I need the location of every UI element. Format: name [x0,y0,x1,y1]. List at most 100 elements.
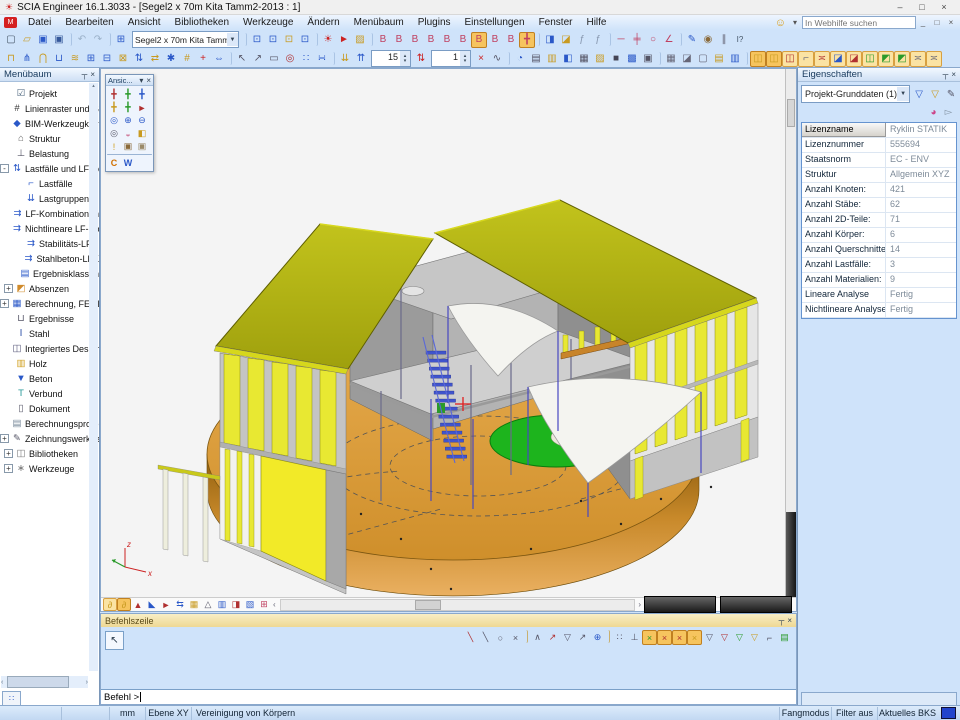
command-input[interactable]: Befehl > [101,689,796,704]
tree-item[interactable]: ⌐ Lastfälle [0,176,99,191]
toolbar-icon[interactable]: × [473,51,489,67]
toolbar-icon[interactable]: ≋ [67,51,83,67]
snap-icon[interactable]: × [672,630,687,645]
toolbar-icon[interactable]: ◫ [766,51,782,67]
toolbar-icon[interactable]: ⇔ [211,51,227,67]
scrollbar-thumb[interactable] [415,600,441,610]
toolbar-icon[interactable]: ⋔ [19,51,35,67]
close-button[interactable]: × [933,2,955,12]
toolbar-icon[interactable]: B [407,32,423,48]
toolbar-icon[interactable]: ◫ [862,51,878,67]
pin-icon[interactable]: ┬ [779,616,785,625]
toolbar-icon[interactable]: ⊞ [83,51,99,67]
property-row[interactable]: Struktur Allgemein XYZ [802,168,956,183]
palette-icon[interactable]: ◎ [107,127,121,140]
tree-item[interactable]: + ▦ Berechnung, FE-Netz [0,296,99,311]
toolbar-icon[interactable]: B [439,32,455,48]
toolbar-icon[interactable]: ▣ [35,32,51,48]
chevron-down-icon[interactable]: ▾ [139,76,143,85]
toolbar-icon[interactable] [743,52,748,65]
toolbar-icon[interactable]: ↷ [90,32,106,48]
toolbar-icon[interactable] [368,33,373,46]
view-tool-icon[interactable]: ∂ [117,598,131,611]
tree-item[interactable]: ⊔ Ergebnisse [0,311,99,326]
tree-item[interactable]: + ✎ Zeichnungswerkzeuge [0,431,99,446]
mdi-close-button[interactable]: × [944,18,958,27]
project-combo[interactable]: Segel2 x 70m Kita Tamm ▼ [132,31,239,48]
toolbar-icon[interactable]: ✱ [163,51,179,67]
toolbar-icon[interactable]: ⊡ [297,32,313,48]
toolbar-icon[interactable]: ▢ [695,51,711,67]
palette-icon[interactable]: ! [107,140,121,153]
status-cell[interactable]: Filter aus [831,707,877,720]
toolbar-icon[interactable]: ⇄ [147,51,163,67]
scroll-left-icon[interactable]: ‹ [273,600,276,609]
palette-icon[interactable]: ▣ [135,140,149,153]
toolbar-icon[interactable] [656,52,661,65]
toolbar-icon[interactable]: ∿ [489,51,505,67]
close-icon[interactable]: × [90,70,95,79]
palette-icon[interactable]: ╋ [121,101,135,114]
snap-icon[interactable]: ↗ [545,630,560,645]
tree-item[interactable]: ▥ Holz [0,356,99,371]
tree-item[interactable]: ⌂ Struktur [0,131,99,146]
toolbar-icon[interactable]: ⊡ [249,32,265,48]
webhelp-search-input[interactable] [802,16,916,29]
toolbar-icon[interactable]: ∷ [298,51,314,67]
property-row[interactable]: Lineare Analyse Fertig [802,288,956,303]
toolbar-icon[interactable]: B [503,32,519,48]
toolbar-icon[interactable]: B [375,32,391,48]
toolbar-icon[interactable]: ◩ [894,51,910,67]
scroll-right-icon[interactable]: › [638,600,641,609]
tree-item[interactable]: + ∗ Werkzeuge [0,461,99,476]
snap-icon[interactable]: ⊥ [627,630,642,645]
toolbar-icon[interactable]: ∠ [661,32,677,48]
snap-icon[interactable]: × [687,630,702,645]
tree-item[interactable]: ⇉ Stabilitäts-LFK [0,236,99,251]
sidebar-horizontal-scrollbar[interactable]: ‹ › [1,676,88,688]
toolbar-icon[interactable]: ⇈ [353,51,369,67]
toolbar-icon[interactable]: ∥ [716,32,732,48]
menu-item[interactable]: Bearbeiten [58,17,120,28]
tree-item[interactable]: ☑ Projekt [0,86,99,101]
sidebar-vertical-scrollbar[interactable]: ▴ [89,83,98,671]
tree-item[interactable]: ⇉ Stahlbeton-LFK [0,251,99,266]
expand-toggle-icon[interactable]: + [4,284,13,293]
property-row[interactable]: Lizenzname Ryklin STATIK [802,123,956,138]
toolbar-icon[interactable]: ✎ [684,32,700,48]
toolbar-icon[interactable]: ⊞ [113,32,129,48]
view-tool-icon[interactable]: ⊞ [257,598,271,611]
palette-icon[interactable]: ╋ [135,88,149,101]
menu-item[interactable]: Plugins [411,17,458,28]
view-tool-icon[interactable]: ▦ [187,598,201,611]
snap-icon[interactable]: × [642,630,657,645]
toolbar-icon[interactable]: ⋂ [35,51,51,67]
toolbar-icon[interactable]: ▨ [592,51,608,67]
palette-icon[interactable]: ◎ [107,114,121,127]
snap-icon[interactable] [605,630,610,643]
tree-item[interactable]: ⇊ Lastgruppen [0,191,99,206]
webhelp-smiley-icon[interactable]: ☺ [775,17,786,29]
view-tool-icon[interactable]: ▲ [131,598,145,611]
property-row[interactable]: Anzahl Stäbe: 62 [802,198,956,213]
toolbar-icon[interactable]: # [179,51,195,67]
toolbar-icon[interactable]: ⊓ [3,51,19,67]
view-tool-icon[interactable]: △ [201,598,215,611]
tree-item[interactable]: ◆ BIM-Werkzeugkasten [0,116,99,131]
toolbar-icon[interactable]: ⊔ [51,51,67,67]
close-icon[interactable]: × [787,616,792,625]
toolbar-icon[interactable]: ◉ [700,32,716,48]
property-row[interactable]: Anzahl Querschnitte: 14 [802,243,956,258]
pin-icon[interactable]: ┬ [82,70,88,79]
toolbar-icon[interactable]: ▢ [3,32,19,48]
filter-icon[interactable]: ▽ [912,87,926,102]
tree-item[interactable]: # Linienraster und Geschosse [0,101,99,116]
toolbar-icon[interactable]: ◫ [782,51,798,67]
corner-tool-button[interactable]: ∷ [2,691,21,706]
palette-icon[interactable]: ╋ [107,88,121,101]
close-icon[interactable]: × [951,70,956,79]
spinner-arrows[interactable]: ▴▾ [460,51,470,66]
close-icon[interactable]: × [146,76,151,85]
toolbar-icon[interactable]: ╋ [519,32,535,48]
tree-item[interactable]: ◫ Integriertes Design Forms [0,341,99,356]
